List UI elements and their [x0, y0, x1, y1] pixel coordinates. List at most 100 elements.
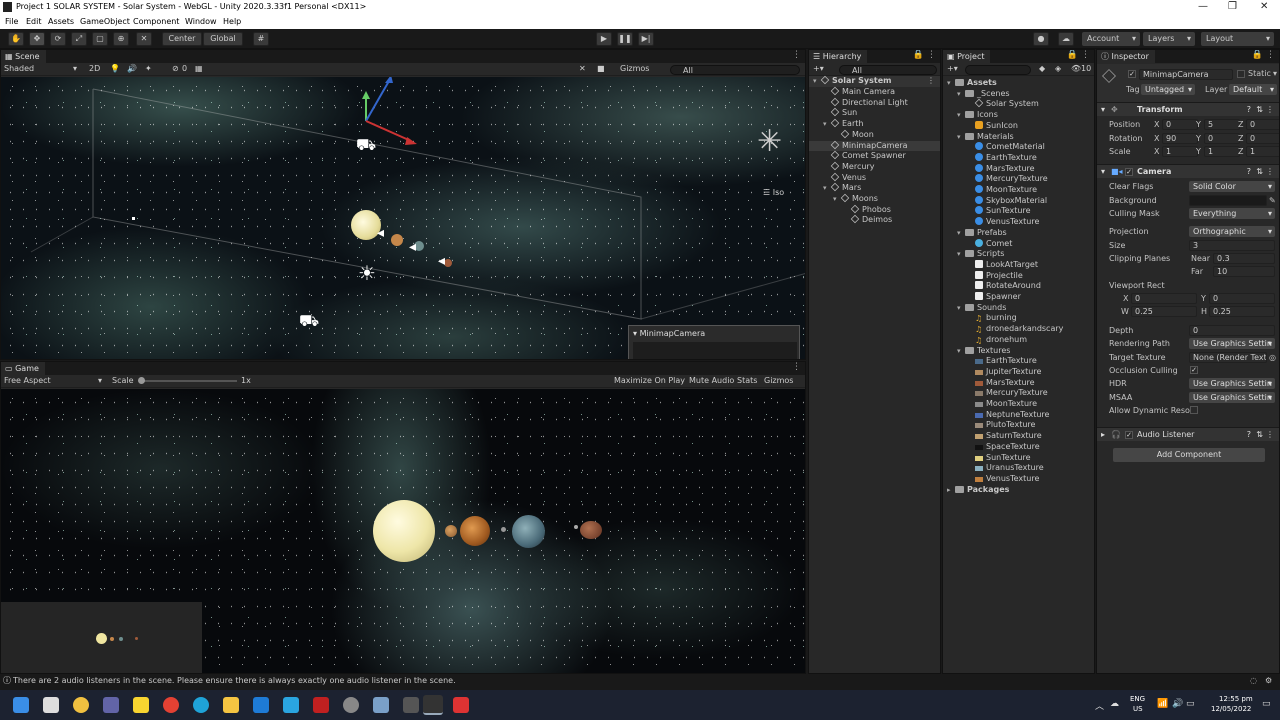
inspector-tab[interactable]: ⓘ Inspector: [1097, 50, 1155, 63]
language-eng[interactable]: ENG: [1130, 695, 1145, 703]
grid-toggle-icon[interactable]: ▦: [195, 64, 203, 73]
menu-component[interactable]: Component: [133, 17, 179, 26]
hierarchy-search-input[interactable]: All: [839, 65, 937, 75]
hand-tool-icon[interactable]: ✋: [8, 32, 24, 46]
project-item[interactable]: RotateAround: [943, 281, 1094, 292]
viewport-h-field[interactable]: 0.25: [1209, 306, 1275, 317]
photos-icon[interactable]: [373, 697, 389, 713]
rect-tool-icon[interactable]: ▢: [92, 32, 108, 46]
mars-object[interactable]: [444, 259, 452, 267]
sticky-notes-icon[interactable]: [133, 697, 149, 713]
project-item[interactable]: Spawner: [943, 292, 1094, 303]
expand-arrow-icon[interactable]: ▾: [833, 194, 841, 205]
audio-help-icon[interactable]: ?: [1247, 428, 1251, 442]
target-texture-field[interactable]: None (Render Textu: [1189, 352, 1267, 363]
project-menu-icon[interactable]: ⋮: [1081, 50, 1090, 60]
pivot-global-button[interactable]: Global: [203, 32, 243, 46]
close-icon[interactable]: ✕: [1260, 1, 1268, 12]
scene-root-menu-icon[interactable]: ⋮: [927, 76, 935, 87]
status-message[interactable]: There are 2 audio listeners in the scene…: [13, 674, 456, 688]
pivot-center-button[interactable]: Center: [162, 32, 202, 46]
viewport-y-field[interactable]: 0: [1209, 293, 1275, 304]
venus-object[interactable]: [391, 234, 403, 246]
far-field[interactable]: 10: [1213, 266, 1275, 277]
tag-dropdown[interactable]: Untagged: [1141, 84, 1195, 95]
camera-header[interactable]: ▾ ■◂ ✓ Camera ? ⇅ ⋮: [1097, 164, 1279, 178]
project-item[interactable]: SaturnTexture: [943, 431, 1094, 442]
widgets-icon[interactable]: [73, 697, 89, 713]
viewport-w-field[interactable]: 0.25: [1131, 306, 1197, 317]
maximize-on-play-toggle[interactable]: Maximize On Play: [614, 376, 685, 385]
position-y-field[interactable]: 5: [1204, 119, 1240, 130]
project-item[interactable]: MoonTexture: [943, 185, 1094, 196]
project-item[interactable]: ▸ Packages: [943, 485, 1094, 496]
camera-settings-icon[interactable]: ■: [597, 64, 605, 73]
culling-mask-dropdown[interactable]: Everything: [1189, 208, 1275, 219]
hierarchy-tab[interactable]: ☰ Hierarchy: [809, 50, 868, 63]
aspect-arrow-icon[interactable]: ▾: [98, 376, 102, 385]
filter-label-icon[interactable]: ◈: [1055, 64, 1061, 73]
scale-slider-handle[interactable]: [138, 377, 145, 384]
background-color-swatch[interactable]: [1189, 195, 1267, 206]
project-item[interactable]: SunTexture: [943, 453, 1094, 464]
expand-arrow-icon[interactable]: ▾: [957, 303, 965, 314]
project-item[interactable]: JupiterTexture: [943, 367, 1094, 378]
audio-listener-expand-icon[interactable]: ▸: [1101, 428, 1105, 442]
clear-flags-dropdown[interactable]: Solid Color: [1189, 181, 1275, 192]
volume-icon[interactable]: 🔊: [1172, 699, 1183, 709]
project-item[interactable]: Projectile: [943, 270, 1094, 282]
static-label[interactable]: Static: [1248, 69, 1271, 78]
l-app-icon[interactable]: [283, 697, 299, 713]
project-item[interactable]: EarthTexture: [943, 152, 1094, 164]
pause-button[interactable]: ❚❚: [617, 32, 633, 46]
mail-icon[interactable]: [253, 697, 269, 713]
expand-arrow-icon[interactable]: ▾: [813, 76, 821, 87]
hierarchy-add-button[interactable]: +▾: [813, 64, 824, 73]
project-item[interactable]: ♫ dronedarkandscary: [943, 324, 1094, 335]
hierarchy-item[interactable]: Mercury: [809, 161, 940, 173]
component-menu-icon[interactable]: ⋮: [1266, 103, 1274, 117]
start-icon[interactable]: [13, 697, 29, 713]
hierarchy-menu-icon[interactable]: ⋮: [927, 50, 936, 60]
expand-arrow-icon[interactable]: ▸: [947, 485, 955, 496]
audio-menu-icon[interactable]: ⋮: [1266, 428, 1274, 442]
project-item[interactable]: Solar System: [943, 99, 1094, 110]
position-x-field[interactable]: 0: [1162, 119, 1198, 130]
scale-slider-track[interactable]: [141, 380, 237, 382]
mute-audio-toggle[interactable]: Mute Audio: [689, 376, 734, 385]
expand-arrow-icon[interactable]: ▾: [823, 119, 831, 130]
hierarchy-lock-icon[interactable]: 🔒: [913, 50, 924, 60]
stats-toggle[interactable]: Stats: [737, 376, 757, 385]
scene-gizmos-dropdown[interactable]: Gizmos: [620, 64, 649, 73]
project-item[interactable]: ▾ _Scenes: [943, 89, 1094, 100]
expand-arrow-icon[interactable]: ▾: [957, 249, 965, 260]
project-item[interactable]: ♫ burning: [943, 313, 1094, 324]
object-name-field[interactable]: MinimapCamera: [1139, 69, 1233, 80]
project-item[interactable]: SunTexture: [943, 206, 1094, 217]
expand-arrow-icon[interactable]: ▾: [957, 89, 965, 100]
project-item[interactable]: ▾ Assets: [943, 78, 1094, 89]
hierarchy-item[interactable]: Moon: [809, 129, 940, 141]
depth-field[interactable]: 0: [1189, 325, 1275, 336]
add-component-button[interactable]: Add Component: [1113, 448, 1265, 462]
hierarchy-item[interactable]: Venus: [809, 172, 940, 184]
hidden-packages-icon[interactable]: 👁: [1071, 64, 1081, 73]
tools-icon[interactable]: ✕: [579, 64, 586, 73]
audio-listener-header[interactable]: ▸ 🎧 ✓ Audio Listener ? ⇅ ⋮: [1097, 427, 1279, 441]
project-item[interactable]: MercuryTexture: [943, 388, 1094, 399]
rotation-z-field[interactable]: 0: [1246, 132, 1279, 144]
hierarchy-item[interactable]: Phobos: [809, 204, 940, 216]
menu-file[interactable]: File: [5, 17, 18, 26]
project-item[interactable]: SpaceTexture: [943, 442, 1094, 453]
filter-type-icon[interactable]: ◆: [1039, 64, 1045, 73]
play-button[interactable]: ▶: [596, 32, 612, 46]
game-viewport[interactable]: [1, 389, 805, 673]
clock-time[interactable]: 12:55 pm: [1219, 695, 1253, 703]
hierarchy-item[interactable]: Deimos: [809, 215, 940, 226]
teams-icon[interactable]: [103, 697, 119, 713]
dynamic-res-checkbox[interactable]: [1190, 406, 1198, 414]
mode-2d-button[interactable]: 2D: [89, 64, 100, 73]
project-item[interactable]: ▾ Prefabs: [943, 228, 1094, 239]
menu-help[interactable]: Help: [223, 17, 241, 26]
unity-hub-icon[interactable]: [403, 697, 419, 713]
